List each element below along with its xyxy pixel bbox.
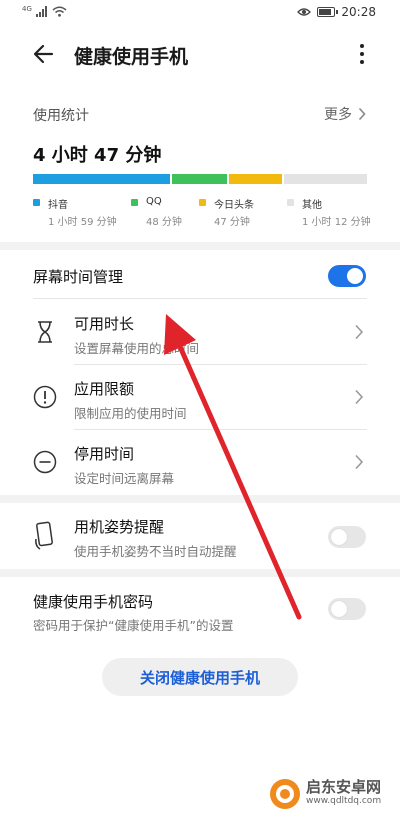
watermark-logo-icon: [270, 779, 300, 809]
posture-title: 用机姿势提醒: [74, 518, 165, 536]
close-health-use-button[interactable]: 关闭健康使用手机: [102, 658, 298, 696]
password-toggle[interactable]: [328, 598, 366, 620]
legend-app-name: 抖音: [48, 200, 68, 211]
minus-circle-icon: [33, 450, 57, 474]
password-subtitle: 密码用于保护“健康使用手机”的设置: [33, 618, 234, 633]
usage-bar-segment: [228, 174, 283, 184]
status-right: 20:28: [297, 5, 376, 19]
item-subtitle: 设定时间远离屏幕: [74, 471, 175, 486]
more-dot-icon: [360, 60, 364, 64]
posture-reminder-toggle[interactable]: [328, 526, 366, 548]
legend-app-duration: 48 分钟: [146, 217, 182, 228]
usage-bar-segment: [284, 174, 367, 184]
watermark-url: www.qdltdq.com: [306, 796, 382, 806]
status-left: 4G: [22, 4, 67, 17]
legend-app-duration: 47 分钟: [214, 217, 250, 228]
item-subtitle: 设置屏幕使用的总时间: [74, 341, 200, 356]
screen-time-toggle[interactable]: [328, 265, 366, 287]
status-bar: 4G 20:28: [0, 0, 400, 26]
watermark: 启东安卓网 www.qdltdq.com: [268, 776, 398, 814]
item-title: 可用时长: [74, 315, 135, 333]
section-divider: [0, 495, 400, 503]
wifi-icon: [52, 6, 67, 17]
toggle-knob: [347, 268, 363, 284]
app-header: 健康使用手机: [0, 28, 400, 80]
password-row: 健康使用手机密码 密码用于保护“健康使用手机”的设置: [0, 578, 400, 642]
legend-color-dot: [287, 199, 294, 206]
phone-posture-icon: [35, 521, 53, 550]
usage-legend: 抖音 1 小时 59 分钟 QQ 48 分钟 今日头条 47 分钟 其他 1 小时 12 分钟: [33, 196, 371, 230]
password-title: 健康使用手机密码: [33, 593, 154, 611]
section-divider: [0, 569, 400, 577]
list-item-available-duration[interactable]: 可用时长 设置屏幕使用的总时间: [0, 300, 400, 364]
legend-color-dot: [33, 199, 40, 206]
section-divider: [0, 242, 400, 250]
legend-color-dot: [199, 199, 206, 206]
total-usage-time: 4 小时 47 分钟: [33, 145, 162, 166]
usage-breakdown-bar: [33, 174, 367, 184]
chevron-right-icon: [355, 389, 364, 405]
stats-more-label: 更多: [324, 107, 352, 123]
chevron-right-icon: [358, 107, 366, 121]
status-time: 20:28: [341, 5, 376, 19]
more-dot-icon: [360, 52, 364, 56]
legend-app-name: 今日头条: [214, 200, 254, 211]
toggle-knob: [331, 529, 347, 545]
more-options-button[interactable]: [354, 40, 370, 68]
alert-circle-icon: [33, 385, 57, 409]
list-item-app-limits[interactable]: 应用限额 限制应用的使用时间: [0, 365, 400, 429]
chevron-right-icon: [355, 454, 364, 470]
list-item-downtime[interactable]: 停用时间 设定时间远离屏幕: [0, 430, 400, 494]
legend-app-name: QQ: [146, 196, 162, 207]
posture-reminder-row: 用机姿势提醒 使用手机姿势不当时自动提醒: [0, 505, 400, 569]
more-dot-icon: [360, 44, 364, 48]
back-button[interactable]: [30, 40, 58, 68]
row-divider: [33, 298, 367, 299]
hourglass-icon: [38, 321, 52, 343]
eye-comfort-icon: [297, 8, 312, 16]
item-title: 停用时间: [74, 445, 135, 463]
battery-icon: [317, 7, 339, 17]
network-label: 4G: [22, 4, 32, 13]
watermark-name: 启东安卓网: [306, 778, 382, 796]
item-title: 应用限额: [74, 380, 135, 398]
screen-time-title: 屏幕时间管理: [33, 268, 124, 286]
legend-app-duration: 1 小时 59 分钟: [48, 217, 117, 228]
posture-subtitle: 使用手机姿势不当时自动提醒: [74, 544, 237, 559]
chevron-right-icon: [355, 324, 364, 340]
usage-bar-segment: [33, 174, 170, 184]
usage-stats-label: 使用统计: [33, 108, 89, 124]
legend-color-dot: [131, 199, 138, 206]
back-arrow-icon: [33, 44, 54, 64]
legend-app-duration: 1 小时 12 分钟: [302, 217, 371, 228]
legend-app-name: 其他: [302, 200, 322, 211]
usage-bar-segment: [171, 174, 227, 184]
stats-more-link[interactable]: 更多: [324, 104, 366, 124]
toggle-knob: [331, 601, 347, 617]
screen-time-management-row: 屏幕时间管理: [0, 254, 400, 298]
page-title: 健康使用手机: [74, 46, 189, 68]
signal-icon: [35, 6, 47, 17]
item-subtitle: 限制应用的使用时间: [74, 406, 187, 421]
